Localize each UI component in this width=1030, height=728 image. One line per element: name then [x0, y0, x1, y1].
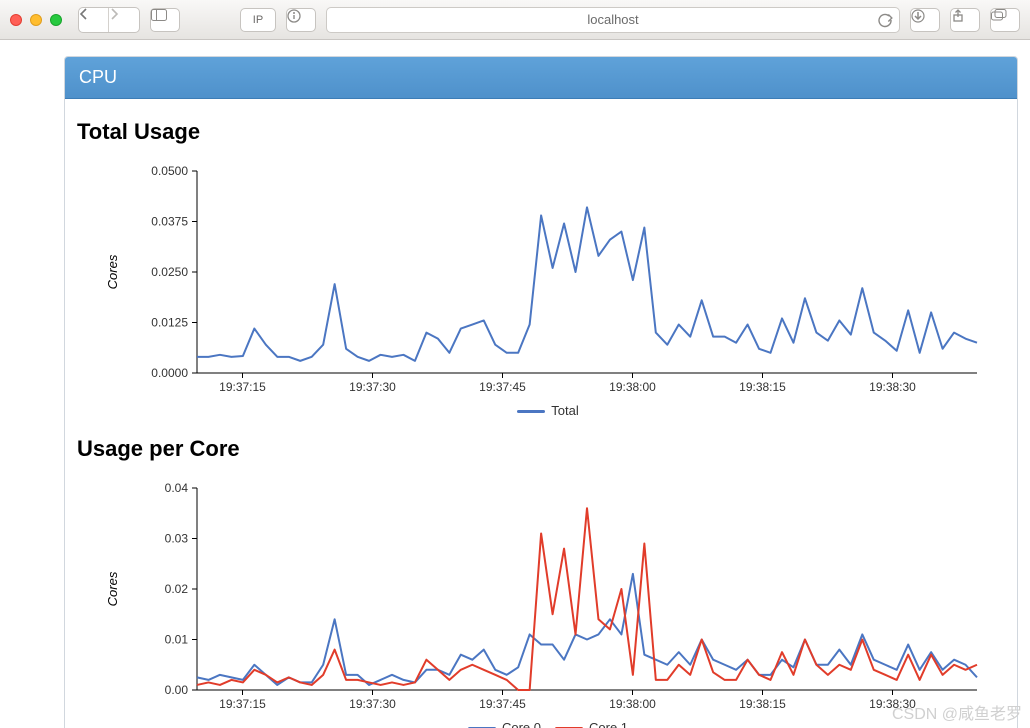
svg-text:Cores: Cores — [105, 254, 120, 289]
legend-label: Core 0 — [502, 720, 541, 728]
svg-text:19:38:30: 19:38:30 — [869, 380, 916, 394]
share-button[interactable] — [950, 8, 980, 32]
cpu-panel: CPU Total Usage 0.0000 0.0125 0.0250 0.0375… — [64, 56, 1018, 728]
panel-body: Total Usage 0.0000 0.0125 0.0250 0.0375 0.05… — [65, 99, 1017, 728]
window-controls — [10, 14, 68, 26]
legend-label: Total — [551, 403, 578, 418]
svg-text:0.0250: 0.0250 — [151, 265, 188, 279]
close-window-button[interactable] — [10, 14, 22, 26]
legend-swatch — [517, 410, 545, 413]
svg-text:0.00: 0.00 — [165, 683, 189, 697]
downloads-button[interactable] — [910, 8, 940, 32]
svg-text:0.03: 0.03 — [165, 532, 189, 546]
svg-text:19:37:30: 19:37:30 — [349, 697, 396, 711]
svg-text:19:38:15: 19:38:15 — [739, 697, 786, 711]
browser-toolbar: IP localhost — [0, 0, 1030, 40]
ip-button[interactable]: IP — [240, 8, 276, 32]
svg-text:Cores: Cores — [105, 571, 120, 606]
svg-text:19:38:00: 19:38:00 — [609, 697, 656, 711]
svg-text:19:37:30: 19:37:30 — [349, 380, 396, 394]
sidebar-button[interactable] — [150, 8, 180, 32]
svg-text:0.0375: 0.0375 — [151, 215, 188, 229]
address-bar[interactable]: localhost — [326, 7, 900, 33]
nav-buttons — [78, 7, 140, 33]
chart-per-core: 0.00 0.01 0.02 0.03 0.04 19:37:15 19:37:30 19:3… — [77, 470, 1005, 720]
svg-text:0.04: 0.04 — [165, 481, 189, 495]
info-button[interactable] — [286, 8, 316, 32]
legend-percore: Core 0 Core 1 — [77, 720, 1005, 728]
svg-text:0.0500: 0.0500 — [151, 164, 188, 178]
watermark: CSDN @咸鱼老罗 — [892, 700, 1022, 724]
svg-text:0.01: 0.01 — [165, 633, 189, 647]
svg-text:19:37:45: 19:37:45 — [479, 697, 526, 711]
svg-text:19:37:15: 19:37:15 — [219, 697, 266, 711]
svg-text:19:38:00: 19:38:00 — [609, 380, 656, 394]
reload-button[interactable] — [877, 12, 893, 31]
svg-text:19:38:15: 19:38:15 — [739, 380, 786, 394]
chart-total-usage: 0.0000 0.0125 0.0250 0.0375 0.0500 19:37:15 19… — [77, 153, 1005, 403]
legend-label: Core 1 — [589, 720, 628, 728]
svg-text:0.0125: 0.0125 — [151, 316, 188, 330]
section-title-percore: Usage per Core — [77, 436, 1005, 462]
svg-text:0.0000: 0.0000 — [151, 366, 188, 380]
minimize-window-button[interactable] — [30, 14, 42, 26]
address-text: localhost — [587, 12, 638, 27]
ip-label: IP — [253, 14, 263, 26]
legend-total: Total — [77, 403, 1005, 418]
fullscreen-window-button[interactable] — [50, 14, 62, 26]
svg-text:0.02: 0.02 — [165, 582, 189, 596]
tabs-button[interactable] — [990, 8, 1020, 32]
forward-button[interactable] — [109, 8, 139, 32]
page-viewport: CPU Total Usage 0.0000 0.0125 0.0250 0.0375… — [0, 40, 1030, 728]
svg-text:19:37:15: 19:37:15 — [219, 380, 266, 394]
back-button[interactable] — [79, 8, 109, 32]
svg-text:19:37:45: 19:37:45 — [479, 380, 526, 394]
panel-heading: CPU — [65, 57, 1017, 99]
section-title-total: Total Usage — [77, 119, 1005, 145]
